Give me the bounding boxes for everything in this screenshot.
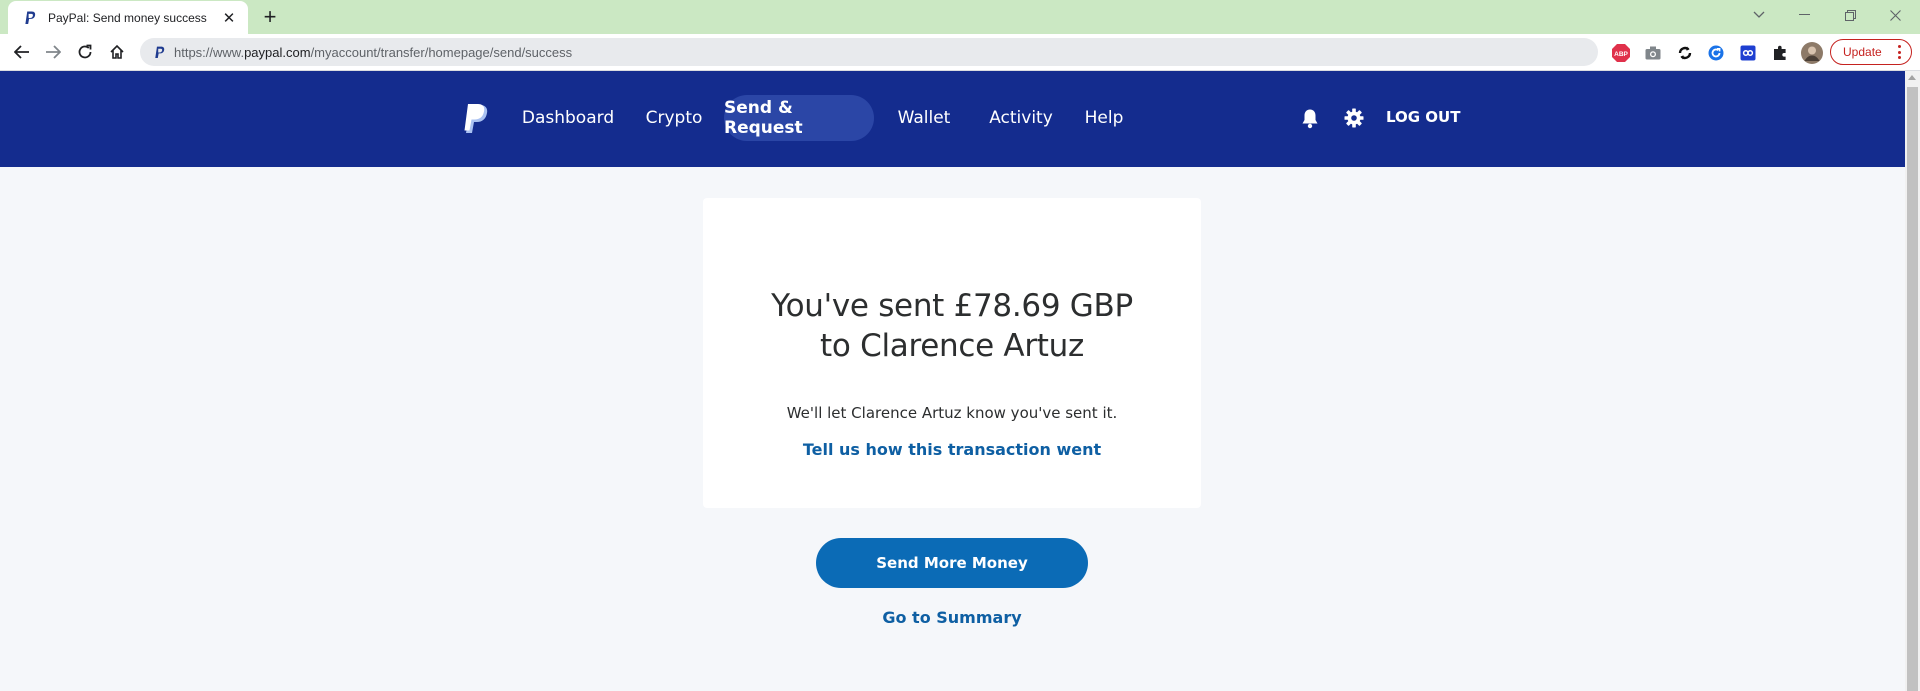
nav-dashboard-label: Dashboard <box>521 108 615 128</box>
update-browser-button[interactable]: Update <box>1830 39 1912 65</box>
feedback-link[interactable]: Tell us how this transaction went <box>703 440 1201 459</box>
browser-toolbar: https://www.paypal.com/myaccount/transfe… <box>0 34 1920 71</box>
tab-title: PayPal: Send money success <box>48 10 207 25</box>
new-tab-icon[interactable]: + <box>259 6 281 28</box>
success-card: You've sent £78.69 GBP to Clarence Artuz… <box>703 198 1201 508</box>
success-title: You've sent £78.69 GBP to Clarence Artuz <box>703 286 1201 366</box>
home-icon[interactable] <box>103 38 131 66</box>
paypal-header: Dashboard Crypto Send & Request Wallet A… <box>0 71 1905 167</box>
more-menu-icon <box>1898 45 1902 59</box>
paypal-logo-icon[interactable] <box>462 104 488 134</box>
nav-help-label: Help <box>1084 108 1124 128</box>
browser-tab[interactable]: PayPal: Send money success ✕ <box>8 1 248 34</box>
nav-dashboard[interactable]: Dashboard <box>512 95 624 141</box>
svg-text:ABP: ABP <box>1614 51 1628 58</box>
success-title-line1: You've sent £78.69 GBP <box>771 288 1133 324</box>
tab-search-icon[interactable] <box>1744 4 1774 26</box>
link-extension-icon[interactable] <box>1738 43 1757 62</box>
forward-arrow-icon[interactable] <box>39 38 67 66</box>
success-message: We'll let Clarence Artuz know you've sen… <box>786 404 1118 422</box>
nav-send-request-label: Send & Request <box>724 98 803 138</box>
paypal-favicon-icon <box>22 10 38 26</box>
update-label: Update <box>1843 45 1882 59</box>
go-to-summary-link[interactable]: Go to Summary <box>816 608 1088 627</box>
profile-avatar[interactable] <box>1801 42 1823 64</box>
puzzle-icon[interactable] <box>1770 43 1789 62</box>
minimize-icon[interactable] <box>1789 4 1819 26</box>
bell-icon[interactable] <box>1299 106 1321 130</box>
success-title-line2: to Clarence Artuz <box>820 328 1084 364</box>
page-scrollbar[interactable] <box>1905 71 1920 691</box>
nav-help[interactable]: Help <box>1076 95 1132 141</box>
nav-wallet[interactable]: Wallet <box>884 95 964 141</box>
scroll-up-arrow-icon[interactable] <box>1908 75 1916 80</box>
url-text: https://www.paypal.com/myaccount/transfe… <box>174 45 572 60</box>
gear-icon[interactable] <box>1343 106 1365 130</box>
close-tab-icon[interactable]: ✕ <box>220 9 238 27</box>
scrollbar-thumb[interactable] <box>1907 87 1918 691</box>
nav-wallet-label: Wallet <box>897 108 951 128</box>
nav-activity[interactable]: Activity <box>974 95 1068 141</box>
logout-link[interactable]: LOG OUT <box>1386 108 1460 126</box>
reload-icon[interactable] <box>71 38 99 66</box>
url-path: /myaccount/transfer/homepage/send/succes… <box>310 44 573 60</box>
restore-icon[interactable] <box>1835 4 1865 26</box>
nav-activity-label: Activity <box>989 108 1053 128</box>
sync-icon[interactable] <box>1675 43 1694 62</box>
adblock-icon[interactable]: ABP <box>1611 43 1630 62</box>
url-prefix: https://www. <box>174 44 245 60</box>
url-host: paypal.com <box>244 44 311 60</box>
refresh-extension-icon[interactable] <box>1706 43 1725 62</box>
site-favicon-icon <box>154 46 165 59</box>
address-bar[interactable]: https://www.paypal.com/myaccount/transfe… <box>140 38 1598 66</box>
nav-crypto[interactable]: Crypto <box>632 95 716 141</box>
nav-send-request[interactable]: Send & Request <box>724 95 874 141</box>
browser-tab-strip: PayPal: Send money success ✕ + <box>0 0 1920 34</box>
camera-icon[interactable] <box>1643 43 1662 62</box>
send-more-money-button[interactable]: Send More Money <box>816 538 1088 588</box>
close-window-icon[interactable] <box>1880 4 1910 26</box>
nav-crypto-label: Crypto <box>645 108 703 128</box>
send-more-money-label: Send More Money <box>876 554 1028 572</box>
back-arrow-icon[interactable] <box>8 38 36 66</box>
